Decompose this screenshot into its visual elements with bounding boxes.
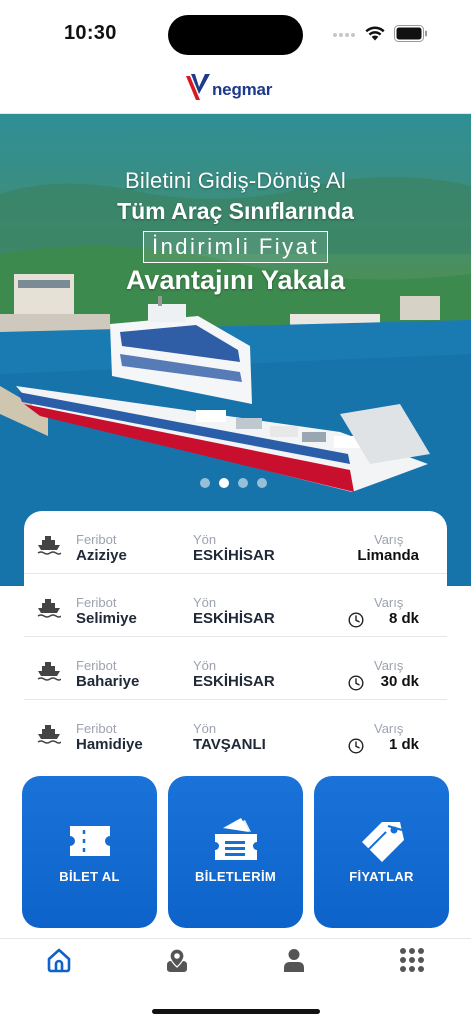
banner-line-1: Biletini Gidiş-Dönüş Al: [124, 168, 347, 193]
ferry-name: Bahariye: [76, 673, 140, 690]
logo-mark-icon: [186, 74, 210, 100]
schedule-row[interactable]: Feribot Selimiye Yön ESKİHİSAR Varış 8 d…: [24, 574, 447, 637]
banner-text: Biletini Gidiş-Dönüş Al Tüm Araç Sınıfla…: [0, 168, 471, 296]
arrival-label: Varış: [374, 532, 404, 547]
buy-ticket-button[interactable]: BİLET AL: [22, 776, 157, 928]
ferry-name: Selimiye: [76, 610, 137, 627]
arrival-label: Varış: [374, 721, 404, 736]
direction-label: Yön: [193, 658, 217, 673]
logo-text: negmar: [212, 80, 273, 99]
direction-value: ESKİHİSAR: [193, 547, 275, 564]
schedule-row[interactable]: Feribot Aziziye Yön ESKİHİSAR Varış Lima…: [24, 511, 447, 574]
arrival-value: 30 dk: [380, 673, 419, 690]
tickets-stack-icon: [214, 818, 257, 860]
carousel-dot-4[interactable]: [257, 478, 267, 488]
app-header: negmar: [0, 64, 471, 114]
dynamic-island: [168, 15, 303, 55]
direction-value: TAVŞANLI: [193, 736, 266, 753]
home-indicator[interactable]: [152, 1009, 320, 1014]
ferry-label: Feribot: [76, 595, 117, 610]
status-bar: 10:30: [0, 0, 471, 64]
battery-icon: [394, 25, 427, 42]
arrival-value: 1 dk: [388, 736, 419, 753]
carousel-dot-3[interactable]: [238, 478, 248, 488]
carousel-dot-2[interactable]: [219, 478, 229, 488]
arrival-label: Varış: [374, 658, 404, 673]
map-pin-icon[interactable]: [164, 947, 190, 973]
buy-ticket-label: BİLET AL: [59, 869, 120, 884]
arrival-value: 8 dk: [388, 610, 419, 627]
status-time: 10:30: [64, 22, 117, 44]
user-icon[interactable]: [281, 947, 307, 973]
direction-label: Yön: [193, 721, 217, 736]
direction-label: Yön: [193, 532, 217, 547]
ship-icon: [37, 725, 61, 744]
clock-icon: [348, 675, 364, 691]
banner-line-2: Tüm Araç Sınıflarında: [117, 198, 354, 224]
schedule-row[interactable]: Feribot Hamidiye Yön TAVŞANLI Varış 1 dk: [24, 700, 447, 763]
wifi-icon: [365, 26, 385, 41]
banner-line-3: İndirimli Fiyat: [142, 231, 329, 263]
arrival-label: Varış: [374, 595, 404, 610]
clock-icon: [348, 612, 364, 628]
my-tickets-button[interactable]: BİLETLERİM: [168, 776, 303, 928]
price-tag-icon: [361, 822, 404, 862]
clock-icon: [348, 738, 364, 754]
ship-icon: [37, 536, 61, 555]
carousel-dots[interactable]: [200, 478, 267, 488]
home-icon[interactable]: [46, 947, 72, 973]
arrival-value: Limanda: [357, 547, 419, 564]
prices-button[interactable]: FİYATLAR: [314, 776, 449, 928]
ferry-schedule-list: Feribot Aziziye Yön ESKİHİSAR Varış Lima…: [24, 511, 447, 775]
brand-logo[interactable]: negmar: [185, 72, 272, 104]
ferry-label: Feribot: [76, 532, 117, 547]
ferry-label: Feribot: [76, 658, 117, 673]
cellular-signal-icon: [333, 33, 355, 37]
ship-icon: [37, 662, 61, 681]
prices-label: FİYATLAR: [349, 869, 414, 884]
grid-icon[interactable]: [399, 947, 425, 973]
direction-label: Yön: [193, 595, 217, 610]
ferry-label: Feribot: [76, 721, 117, 736]
banner-line-4: Avantajını Yakala: [125, 265, 346, 295]
direction-value: ESKİHİSAR: [193, 673, 275, 690]
schedule-row[interactable]: Feribot Bahariye Yön ESKİHİSAR Varış 30 …: [24, 637, 447, 700]
direction-value: ESKİHİSAR: [193, 610, 275, 627]
ferry-name: Aziziye: [76, 547, 127, 564]
ticket-icon: [69, 826, 110, 856]
ferry-name: Hamidiye: [76, 736, 143, 753]
ship-icon: [37, 599, 61, 618]
my-tickets-label: BİLETLERİM: [195, 869, 276, 884]
carousel-dot-1[interactable]: [200, 478, 210, 488]
